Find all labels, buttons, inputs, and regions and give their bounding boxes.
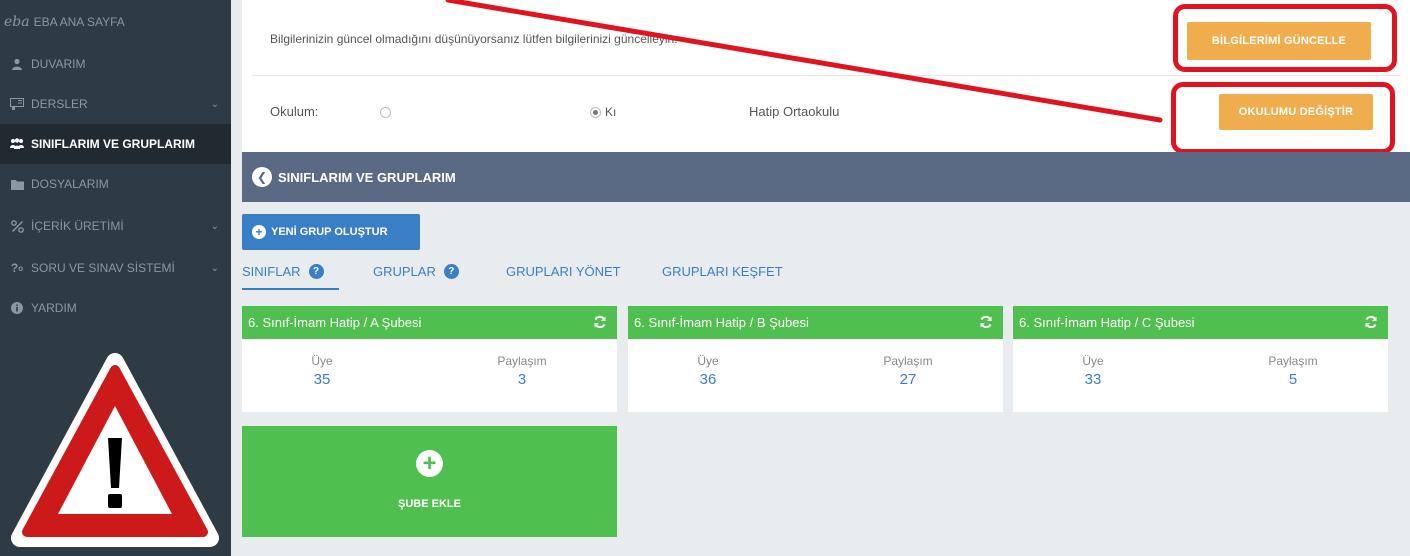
tab-gruplari-yonet[interactable]: GRUPLARI YÖNET [506,264,621,279]
card-header: 6. Sınıf-İmam Hatip / C Şubesi [1013,306,1388,339]
school-radio-1[interactable] [380,107,391,118]
school-radio-2-label: Kı [605,105,617,119]
class-card-a[interactable]: 6. Sınıf-İmam Hatip / A Şubesi Üye 35 Pa… [242,306,617,412]
members-stat: Üye 33 [1033,354,1153,388]
shares-stat: Paylaşım 27 [848,354,968,388]
shares-count[interactable]: 27 [848,371,968,388]
class-card-c[interactable]: 6. Sınıf-İmam Hatip / C Şubesi Üye 33 Pa… [1013,306,1388,412]
plus-circle-icon: + [416,450,443,477]
tab-label: SINIFLAR [242,264,301,279]
help-icon[interactable]: ? [308,264,324,279]
percent-icon [10,219,24,233]
highlight-box-update [1173,4,1397,72]
plus-circle-icon: + [252,225,266,239]
refresh-icon[interactable] [593,315,607,329]
shares-label: Paylaşım [1268,354,1318,368]
shares-stat: Paylaşım 5 [1233,354,1353,388]
eba-logo-icon: eba [4,14,30,30]
tab-label: GRUPLARI KEŞFET [662,264,783,279]
class-card-b[interactable]: 6. Sınıf-İmam Hatip / B Şubesi Üye 36 Pa… [628,306,1003,412]
sidebar-item-label: YARDIM [31,301,77,315]
add-branch-label: ŞUBE EKLE [398,498,461,510]
chevron-down-icon: ⌄ [210,98,219,110]
sidebar-item-label: İÇERİK ÜRETİMİ [31,219,124,233]
school-label: Okulum: [270,104,319,119]
card-header: 6. Sınıf-İmam Hatip / B Şubesi [628,306,1003,339]
question-icon: ? o [10,261,24,275]
active-tab-indicator [242,288,339,290]
sidebar-item-dersler[interactable]: DERSLER ⌄ [0,84,231,124]
school-radio-2[interactable] [590,107,601,118]
refresh-icon[interactable] [1364,315,1378,329]
tab-label: GRUPLAR [373,264,436,279]
sidebar-item-eba-home[interactable]: eba EBA ANA SAYFA [0,2,231,42]
sidebar-item-soru-sinav[interactable]: ? o SORU VE SINAV SİSTEMİ ⌄ [0,248,231,288]
card-title: 6. Sınıf-İmam Hatip / B Şubesi [634,315,809,330]
users-group-icon [10,138,24,150]
tab-gruplari-kesfet[interactable]: GRUPLARI KEŞFET [662,264,783,279]
shares-count[interactable]: 5 [1233,371,1353,388]
sidebar-item-label: DUVARIM [31,57,86,71]
shares-label: Paylaşım [497,354,547,368]
shares-stat: Paylaşım 3 [462,354,582,388]
section-title: SINIFLARIM VE GRUPLARIM [278,169,456,185]
update-info-message: Bilgilerinizin güncel olmadığını düşünüy… [270,32,678,46]
members-count[interactable]: 35 [262,371,382,388]
highlight-box-change-school [1171,82,1395,154]
card-header: 6. Sınıf-İmam Hatip / A Şubesi [242,306,617,339]
divider [252,75,1400,76]
help-icon[interactable]: ? [443,264,459,279]
chevron-down-icon: ⌄ [210,262,219,274]
tab-gruplar[interactable]: GRUPLAR ? [373,264,459,279]
sidebar-item-label: DERSLER [31,97,88,111]
sidebar-item-label: SINIFLARIM VE GRUPLARIM [31,137,195,151]
info-icon [10,302,24,314]
board-icon [10,98,24,110]
user-icon [10,58,24,70]
shares-count[interactable]: 3 [462,371,582,388]
members-label: Üye [697,354,719,368]
card-title: 6. Sınıf-İmam Hatip / A Şubesi [248,315,422,330]
school-name: Hatip Ortaokulu [749,104,840,119]
sidebar-item-icerik-uretimi[interactable]: İÇERİK ÜRETİMİ ⌄ [0,206,231,246]
sidebar-item-label: SORU VE SINAV SİSTEMİ [31,261,175,275]
refresh-icon[interactable] [979,315,993,329]
members-label: Üye [311,354,333,368]
members-count[interactable]: 36 [648,371,768,388]
members-stat: Üye 36 [648,354,768,388]
sidebar-item-siniflarim[interactable]: SINIFLARIM VE GRUPLARIM [0,124,231,164]
sidebar-item-label: DOSYALARIM [31,177,109,191]
sidebar: eba EBA ANA SAYFA DUVARIM DERSLER ⌄ SINI… [0,0,231,556]
new-group-button[interactable]: + YENİ GRUP OLUŞTUR [242,214,420,250]
back-icon[interactable]: ❮ [252,167,272,187]
sidebar-item-yardim[interactable]: YARDIM [0,288,231,328]
folder-icon [10,179,24,190]
members-stat: Üye 35 [262,354,382,388]
sidebar-item-duvarim[interactable]: DUVARIM [0,44,231,84]
add-branch-button[interactable]: + ŞUBE EKLE [242,426,617,537]
sidebar-item-label: EBA ANA SAYFA [33,15,125,29]
members-label: Üye [1082,354,1104,368]
sidebar-item-dosyalarim[interactable]: DOSYALARIM [0,164,231,204]
section-header: ❮ SINIFLARIM VE GRUPLARIM [242,152,1410,202]
shares-label: Paylaşım [883,354,933,368]
new-group-button-label: YENİ GRUP OLUŞTUR [271,226,388,238]
tab-siniflar[interactable]: SINIFLAR ? [242,264,324,279]
card-title: 6. Sınıf-İmam Hatip / C Şubesi [1019,315,1195,330]
warning-icon [11,353,219,547]
tab-label: GRUPLARI YÖNET [506,264,621,279]
members-count[interactable]: 33 [1033,371,1153,388]
chevron-down-icon: ⌄ [210,220,219,232]
